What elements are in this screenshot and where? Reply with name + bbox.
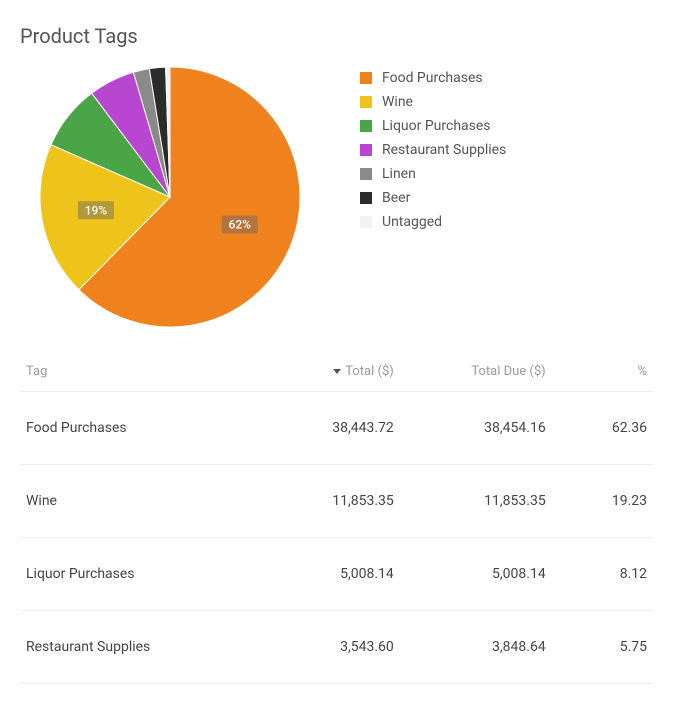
cell-tag: Food Purchases <box>20 392 248 465</box>
table-row[interactable]: Restaurant Supplies3,543.603,848.645.75 <box>20 611 653 684</box>
legend-swatch <box>360 120 372 132</box>
legend-item[interactable]: Untagged <box>360 214 653 230</box>
cell-total: 5,008.14 <box>248 538 400 611</box>
pie-svg: 62% 19% <box>35 62 305 332</box>
cell-pct: 8.12 <box>552 538 653 611</box>
tags-table: Tag Total ($) Total Due ($) % Food Purch… <box>20 354 653 684</box>
cell-pct: 62.36 <box>552 392 653 465</box>
legend-swatch <box>360 72 372 84</box>
legend-item[interactable]: Food Purchases <box>360 70 653 86</box>
pie-chart: 62% 19% <box>20 62 320 332</box>
slice-label: 62% <box>229 218 252 232</box>
col-header-pct[interactable]: % <box>552 354 653 392</box>
legend-item[interactable]: Liquor Purchases <box>360 118 653 134</box>
legend-item[interactable]: Beer <box>360 190 653 206</box>
legend-label: Linen <box>382 166 416 182</box>
legend-item[interactable]: Wine <box>360 94 653 110</box>
cell-due: 38,454.16 <box>400 392 552 465</box>
cell-total: 3,543.60 <box>248 611 400 684</box>
col-header-tag[interactable]: Tag <box>20 354 248 392</box>
cell-tag: Wine <box>20 465 248 538</box>
legend-label: Restaurant Supplies <box>382 142 506 158</box>
table-row[interactable]: Wine11,853.3511,853.3519.23 <box>20 465 653 538</box>
cell-due: 11,853.35 <box>400 465 552 538</box>
legend-swatch <box>360 216 372 228</box>
table-row[interactable]: Food Purchases38,443.7238,454.1662.36 <box>20 392 653 465</box>
page-title: Product Tags <box>20 24 653 48</box>
legend-label: Wine <box>382 94 413 110</box>
table-header-row: Tag Total ($) Total Due ($) % <box>20 354 653 392</box>
legend-label: Untagged <box>382 214 442 230</box>
legend-item[interactable]: Linen <box>360 166 653 182</box>
cell-pct: 19.23 <box>552 465 653 538</box>
legend-swatch <box>360 144 372 156</box>
cell-due: 5,008.14 <box>400 538 552 611</box>
cell-due: 3,848.64 <box>400 611 552 684</box>
legend-swatch <box>360 192 372 204</box>
col-header-due[interactable]: Total Due ($) <box>400 354 552 392</box>
cell-total: 38,443.72 <box>248 392 400 465</box>
cell-pct: 5.75 <box>552 611 653 684</box>
col-header-total-text: Total ($) <box>345 364 394 379</box>
legend-item[interactable]: Restaurant Supplies <box>360 142 653 158</box>
legend-label: Liquor Purchases <box>382 118 491 134</box>
col-header-total[interactable]: Total ($) <box>248 354 400 392</box>
cell-total: 11,853.35 <box>248 465 400 538</box>
legend-label: Beer <box>382 190 410 206</box>
slice-label: 19% <box>85 203 108 217</box>
cell-tag: Restaurant Supplies <box>20 611 248 684</box>
legend-label: Food Purchases <box>382 70 483 86</box>
legend: Food Purchases Wine Liquor Purchases Restau… <box>320 62 653 238</box>
chart-row: 62% 19% Food Purchases Wine Liquor Purchase… <box>20 62 653 332</box>
legend-swatch <box>360 168 372 180</box>
sort-caret-icon <box>333 369 341 374</box>
legend-swatch <box>360 96 372 108</box>
cell-tag: Liquor Purchases <box>20 538 248 611</box>
table-row[interactable]: Liquor Purchases5,008.145,008.148.12 <box>20 538 653 611</box>
